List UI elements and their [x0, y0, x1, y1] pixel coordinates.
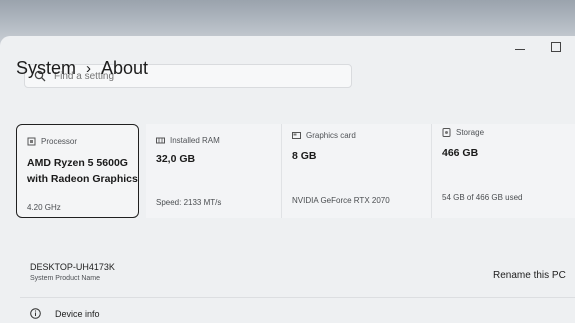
graphics-card-icon — [292, 132, 301, 139]
breadcrumb-separator: › — [86, 60, 92, 77]
info-icon — [30, 308, 41, 319]
storage-card[interactable]: Storage 466 GB 54 GB of 466 GB used — [432, 124, 575, 218]
graphics-name: NVIDIA GeForce RTX 2070 — [292, 196, 390, 205]
storage-label: Storage — [456, 128, 485, 137]
processor-icon — [27, 137, 36, 146]
graphics-card[interactable]: Graphics card 8 GB NVIDIA GeForce RTX 20… — [282, 124, 432, 218]
breadcrumb-current: About — [101, 58, 149, 78]
processor-value: AMD Ryzen 5 5600G with Radeon Graphics — [27, 155, 138, 187]
rename-pc-button[interactable]: Rename this PC — [493, 270, 566, 281]
storage-icon — [442, 128, 451, 137]
breadcrumb-parent[interactable]: System — [16, 58, 76, 79]
ram-speed: Speed: 2133 MT/s — [156, 198, 222, 207]
graphics-value: 8 GB — [292, 150, 317, 162]
processor-card-head: Processor — [27, 137, 77, 146]
storage-usage: 54 GB of 466 GB used — [442, 193, 523, 202]
processor-value-line2: with Radeon Graphics — [27, 173, 138, 185]
device-info-label: Device info — [55, 308, 100, 319]
graphics-card-head: Graphics card — [292, 131, 356, 140]
minimize-icon[interactable] — [515, 49, 525, 50]
ram-card-head: Installed RAM — [156, 136, 220, 145]
graphics-label: Graphics card — [306, 131, 356, 140]
processor-label: Processor — [41, 137, 78, 146]
breadcrumb: System › About — [16, 58, 148, 79]
ram-icon — [156, 137, 165, 144]
maximize-icon[interactable] — [551, 42, 561, 52]
storage-value: 466 GB — [442, 147, 479, 159]
processor-card[interactable]: Processor AMD Ryzen 5 5600G with Radeon … — [16, 124, 139, 218]
processor-value-line1: AMD Ryzen 5 5600G — [27, 157, 128, 169]
section-divider — [20, 297, 575, 298]
ram-label: Installed RAM — [170, 136, 220, 145]
spec-cards: Processor AMD Ryzen 5 5600G with Radeon … — [16, 124, 575, 218]
device-product-name: System Product Name — [30, 275, 101, 282]
ram-card[interactable]: Installed RAM 32,0 GB Speed: 2133 MT/s — [146, 124, 282, 218]
device-name: DESKTOP-UH4173K — [30, 262, 115, 272]
ram-value: 32,0 GB — [156, 153, 196, 165]
device-name-section: DESKTOP-UH4173K System Product Name — [30, 262, 115, 282]
device-info-row[interactable]: Device info — [30, 308, 100, 319]
storage-card-head: Storage — [442, 128, 484, 137]
window-controls — [515, 42, 561, 52]
processor-speed: 4.20 GHz — [27, 203, 61, 212]
